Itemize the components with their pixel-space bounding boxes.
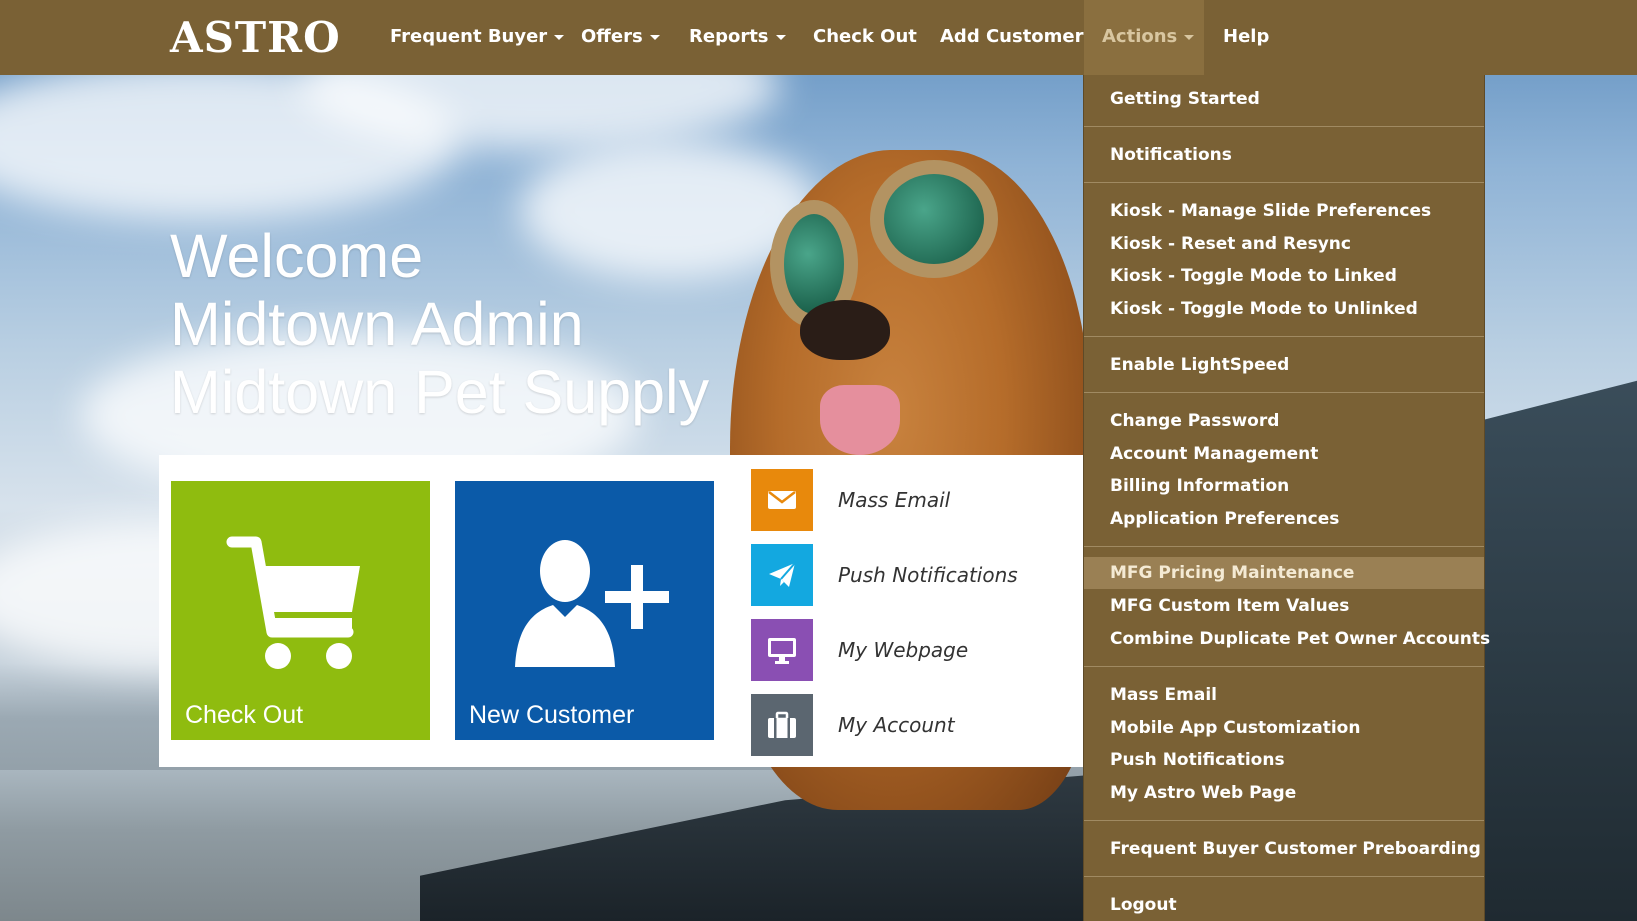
welcome-line: Welcome [170,222,424,290]
nav-actions[interactable]: Actions [1084,0,1204,75]
menu-item-kiosk-reset-resync[interactable]: Kiosk - Reset and Resync [1084,228,1484,260]
menu-item-enable-lightspeed[interactable]: Enable LightSpeed [1084,349,1484,381]
astro-logo[interactable]: ASTRO [170,14,341,62]
menu-divider [1084,666,1484,667]
menu-item-kiosk-toggle-unlinked[interactable]: Kiosk - Toggle Mode to Unlinked [1084,293,1484,325]
menu-item-kiosk-slide-preferences[interactable]: Kiosk - Manage Slide Preferences [1084,195,1484,227]
menu-item-mfg-pricing-maintenance[interactable]: MFG Pricing Maintenance [1084,557,1484,589]
menu-divider [1084,182,1484,183]
menu-item-my-astro-web-page[interactable]: My Astro Web Page [1084,777,1484,809]
new-customer-tile-label: New Customer [469,701,635,729]
menu-divider [1084,392,1484,393]
shopping-cart-icon [226,536,360,669]
menu-item-notifications[interactable]: Notifications [1084,139,1484,171]
menu-divider [1084,876,1484,877]
store-name: Midtown Pet Supply [170,358,710,426]
my-account-action[interactable]: My Account [751,694,1051,756]
nav-offers[interactable]: Offers [563,0,678,75]
menu-divider [1084,546,1484,547]
nav-check-out[interactable]: Check Out [795,0,935,75]
menu-item-mobile-app-customization[interactable]: Mobile App Customization [1084,712,1484,744]
mass-email-action[interactable]: Mass Email [751,469,1051,531]
menu-item-billing-information[interactable]: Billing Information [1084,470,1484,502]
menu-item-kiosk-toggle-linked[interactable]: Kiosk - Toggle Mode to Linked [1084,260,1484,292]
menu-item-push-notifications[interactable]: Push Notifications [1084,744,1484,776]
welcome-heading: Welcome Midtown Admin Midtown Pet Supply [170,222,709,426]
menu-item-combine-duplicate-accounts[interactable]: Combine Duplicate Pet Owner Accounts [1084,623,1490,655]
nav-add-customer[interactable]: Add Customer [922,0,1102,75]
admin-name: Midtown Admin [170,290,584,358]
nav-frequent-buyer[interactable]: Frequent Buyer [372,0,582,75]
menu-divider [1084,336,1484,337]
new-customer-tile[interactable]: New Customer [455,481,714,740]
add-user-icon [515,540,669,667]
menu-item-frequent-buyer-preboarding[interactable]: Frequent Buyer Customer Preboarding [1084,833,1484,865]
top-navbar: ASTRO Frequent Buyer Offers Reports Chec… [0,0,1637,75]
monitor-icon [751,619,813,681]
caret-down-icon [775,34,786,40]
nav-help[interactable]: Help [1205,0,1287,75]
caret-down-icon [1184,34,1195,40]
menu-item-logout[interactable]: Logout [1084,889,1484,921]
menu-item-mfg-custom-item-values[interactable]: MFG Custom Item Values [1084,590,1484,622]
envelope-icon [751,469,813,531]
menu-item-change-password[interactable]: Change Password [1084,405,1484,437]
menu-item-mass-email[interactable]: Mass Email [1084,679,1484,711]
checkout-tile[interactable]: Check Out [171,481,430,740]
briefcase-icon [751,694,813,756]
nav-reports[interactable]: Reports [671,0,804,75]
caret-down-icon [649,34,660,40]
actions-dropdown-menu: Getting Started Notifications Kiosk - Ma… [1083,75,1490,921]
menu-item-getting-started[interactable]: Getting Started [1084,83,1484,115]
push-notifications-action[interactable]: Push Notifications [751,544,1051,606]
my-webpage-action[interactable]: My Webpage [751,619,1051,681]
menu-item-application-preferences[interactable]: Application Preferences [1084,503,1484,535]
paper-plane-icon [751,544,813,606]
menu-divider [1084,126,1484,127]
menu-item-account-management[interactable]: Account Management [1084,438,1484,470]
checkout-tile-label: Check Out [185,701,304,729]
menu-divider [1084,820,1484,821]
quick-actions-panel: Check Out New Customer Mass Email Push N… [159,455,1083,767]
